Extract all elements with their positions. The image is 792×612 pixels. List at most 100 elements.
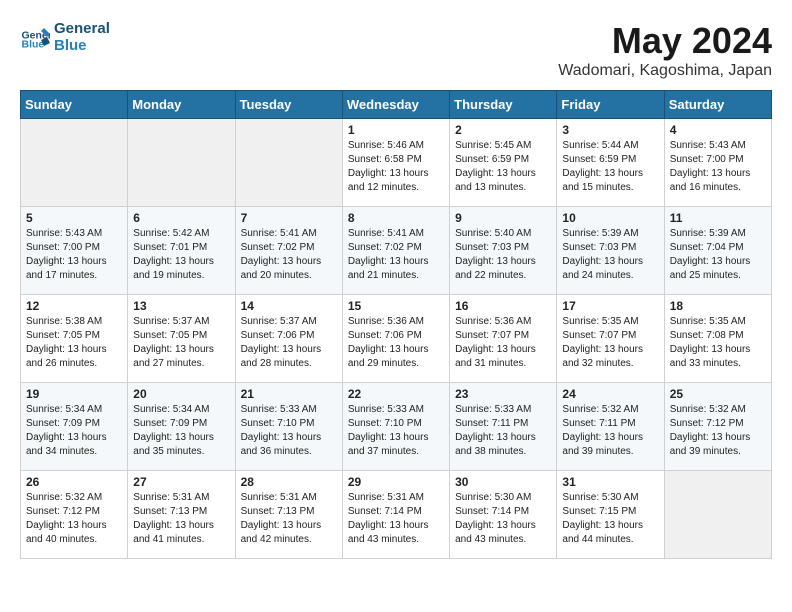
day-info: Sunrise: 5:40 AM Sunset: 7:03 PM Dayligh… [455, 227, 551, 283]
day-number: 14 [241, 299, 337, 313]
day-number: 29 [348, 475, 444, 489]
day-info: Sunrise: 5:34 AM Sunset: 7:09 PM Dayligh… [26, 403, 122, 459]
day-info: Sunrise: 5:44 AM Sunset: 6:59 PM Dayligh… [562, 139, 658, 195]
calendar-cell: 19 Sunrise: 5:34 AM Sunset: 7:09 PM Dayli… [21, 383, 128, 471]
location: Wadomari, Kagoshima, Japan [558, 62, 772, 80]
calendar-cell: 25Sunrise: 5:32 AM Sunset: 7:12 PM Dayli… [664, 383, 771, 471]
calendar-cell: 9 Sunrise: 5:40 AM Sunset: 7:03 PM Daylig… [450, 207, 557, 295]
calendar-cell: 16Sunrise: 5:36 AM Sunset: 7:07 PM Dayli… [450, 295, 557, 383]
day-info: Sunrise: 5:43 AM Sunset: 7:00 PM Dayligh… [670, 139, 766, 195]
day-info: Sunrise: 5:36 AM Sunset: 7:06 PM Dayligh… [348, 315, 444, 371]
day-info: Sunrise: 5:32 AM Sunset: 7:11 PM Dayligh… [562, 403, 658, 459]
day-number: 20 [133, 387, 229, 401]
calendar-cell: 6 Sunrise: 5:42 AM Sunset: 7:01 PM Daylig… [128, 207, 235, 295]
day-number: 31 [562, 475, 658, 489]
calendar-cell: 11Sunrise: 5:39 AM Sunset: 7:04 PM Dayli… [664, 207, 771, 295]
logo-line1: General [54, 20, 110, 37]
day-number: 8 [348, 211, 444, 225]
title-block: May 2024 Wadomari, Kagoshima, Japan [558, 20, 772, 80]
calendar-cell: 30Sunrise: 5:30 AM Sunset: 7:14 PM Dayli… [450, 471, 557, 559]
page-header: General Blue General Blue May 2024 Wadom… [20, 20, 772, 80]
day-number: 15 [348, 299, 444, 313]
day-number: 19 [26, 387, 122, 401]
day-info: Sunrise: 5:39 AM Sunset: 7:03 PM Dayligh… [562, 227, 658, 283]
day-info: Sunrise: 5:30 AM Sunset: 7:15 PM Dayligh… [562, 491, 658, 547]
calendar-cell [21, 119, 128, 207]
calendar-cell: 20 Sunrise: 5:34 AM Sunset: 7:09 PM Dayli… [128, 383, 235, 471]
day-number: 12 [26, 299, 122, 313]
day-number: 23 [455, 387, 551, 401]
day-info: Sunrise: 5:35 AM Sunset: 7:07 PM Dayligh… [562, 315, 658, 371]
calendar-cell: 31 Sunrise: 5:30 AM Sunset: 7:15 PM Dayli… [557, 471, 664, 559]
day-info: Sunrise: 5:42 AM Sunset: 7:01 PM Dayligh… [133, 227, 229, 283]
day-info: Sunrise: 5:41 AM Sunset: 7:02 PM Dayligh… [348, 227, 444, 283]
calendar-table: SundayMondayTuesdayWednesdayThursdayFrid… [20, 90, 772, 559]
day-number: 17 [562, 299, 658, 313]
day-number: 7 [241, 211, 337, 225]
weekday-header: Wednesday [342, 91, 449, 119]
day-info: Sunrise: 5:46 AM Sunset: 6:58 PM Dayligh… [348, 139, 444, 195]
day-number: 13 [133, 299, 229, 313]
calendar-cell: 1 Sunrise: 5:46 AM Sunset: 6:58 PM Daylig… [342, 119, 449, 207]
weekday-header: Monday [128, 91, 235, 119]
day-info: Sunrise: 5:33 AM Sunset: 7:11 PM Dayligh… [455, 403, 551, 459]
day-info: Sunrise: 5:30 AM Sunset: 7:14 PM Dayligh… [455, 491, 551, 547]
day-info: Sunrise: 5:37 AM Sunset: 7:05 PM Dayligh… [133, 315, 229, 371]
calendar-week-row: 12Sunrise: 5:38 AM Sunset: 7:05 PM Dayli… [21, 295, 772, 383]
day-info: Sunrise: 5:31 AM Sunset: 7:14 PM Dayligh… [348, 491, 444, 547]
day-info: Sunrise: 5:33 AM Sunset: 7:10 PM Dayligh… [241, 403, 337, 459]
day-info: Sunrise: 5:37 AM Sunset: 7:06 PM Dayligh… [241, 315, 337, 371]
day-number: 5 [26, 211, 122, 225]
day-number: 1 [348, 123, 444, 137]
calendar-cell: 23 Sunrise: 5:33 AM Sunset: 7:11 PM Dayli… [450, 383, 557, 471]
day-number: 4 [670, 123, 766, 137]
day-info: Sunrise: 5:35 AM Sunset: 7:08 PM Dayligh… [670, 315, 766, 371]
day-number: 21 [241, 387, 337, 401]
calendar-cell: 5 Sunrise: 5:43 AM Sunset: 7:00 PM Daylig… [21, 207, 128, 295]
calendar-cell: 26 Sunrise: 5:32 AM Sunset: 7:12 PM Dayli… [21, 471, 128, 559]
calendar-cell: 3Sunrise: 5:44 AM Sunset: 6:59 PM Daylig… [557, 119, 664, 207]
day-info: Sunrise: 5:41 AM Sunset: 7:02 PM Dayligh… [241, 227, 337, 283]
month-title: May 2024 [558, 20, 772, 62]
day-number: 22 [348, 387, 444, 401]
day-info: Sunrise: 5:34 AM Sunset: 7:09 PM Dayligh… [133, 403, 229, 459]
calendar-cell: 10 Sunrise: 5:39 AM Sunset: 7:03 PM Dayli… [557, 207, 664, 295]
logo: General Blue General Blue [20, 20, 110, 54]
day-info: Sunrise: 5:45 AM Sunset: 6:59 PM Dayligh… [455, 139, 551, 195]
calendar-week-row: 26 Sunrise: 5:32 AM Sunset: 7:12 PM Dayli… [21, 471, 772, 559]
day-number: 27 [133, 475, 229, 489]
calendar-cell [235, 119, 342, 207]
weekday-header: Friday [557, 91, 664, 119]
weekday-header-row: SundayMondayTuesdayWednesdayThursdayFrid… [21, 91, 772, 119]
calendar-cell: 17 Sunrise: 5:35 AM Sunset: 7:07 PM Dayli… [557, 295, 664, 383]
day-info: Sunrise: 5:32 AM Sunset: 7:12 PM Dayligh… [670, 403, 766, 459]
calendar-cell: 13 Sunrise: 5:37 AM Sunset: 7:05 PM Dayli… [128, 295, 235, 383]
day-number: 6 [133, 211, 229, 225]
day-number: 24 [562, 387, 658, 401]
weekday-header: Saturday [664, 91, 771, 119]
day-number: 10 [562, 211, 658, 225]
day-number: 26 [26, 475, 122, 489]
calendar-cell [128, 119, 235, 207]
calendar-cell [664, 471, 771, 559]
day-info: Sunrise: 5:32 AM Sunset: 7:12 PM Dayligh… [26, 491, 122, 547]
calendar-cell: 8 Sunrise: 5:41 AM Sunset: 7:02 PM Daylig… [342, 207, 449, 295]
day-number: 28 [241, 475, 337, 489]
svg-text:Blue: Blue [22, 39, 45, 51]
calendar-cell: 22Sunrise: 5:33 AM Sunset: 7:10 PM Dayli… [342, 383, 449, 471]
calendar-week-row: 1 Sunrise: 5:46 AM Sunset: 6:58 PM Daylig… [21, 119, 772, 207]
day-info: Sunrise: 5:43 AM Sunset: 7:00 PM Dayligh… [26, 227, 122, 283]
logo-line2: Blue [54, 37, 110, 54]
calendar-cell: 15 Sunrise: 5:36 AM Sunset: 7:06 PM Dayli… [342, 295, 449, 383]
calendar-cell: 21 Sunrise: 5:33 AM Sunset: 7:10 PM Dayli… [235, 383, 342, 471]
weekday-header: Sunday [21, 91, 128, 119]
day-number: 2 [455, 123, 551, 137]
calendar-cell: 28Sunrise: 5:31 AM Sunset: 7:13 PM Dayli… [235, 471, 342, 559]
weekday-header: Tuesday [235, 91, 342, 119]
calendar-cell: 12Sunrise: 5:38 AM Sunset: 7:05 PM Dayli… [21, 295, 128, 383]
weekday-header: Thursday [450, 91, 557, 119]
calendar-week-row: 5 Sunrise: 5:43 AM Sunset: 7:00 PM Daylig… [21, 207, 772, 295]
calendar-cell: 2 Sunrise: 5:45 AM Sunset: 6:59 PM Daylig… [450, 119, 557, 207]
calendar-cell: 14 Sunrise: 5:37 AM Sunset: 7:06 PM Dayli… [235, 295, 342, 383]
day-number: 9 [455, 211, 551, 225]
